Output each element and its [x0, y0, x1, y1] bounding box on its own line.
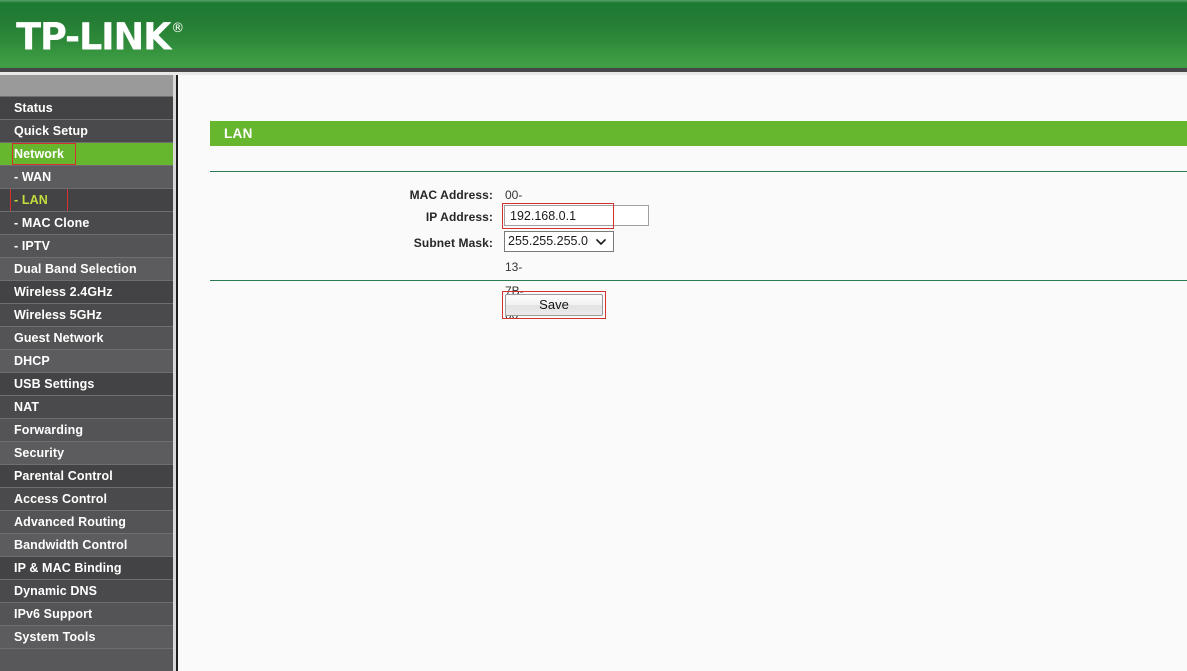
- sidebar-item-status[interactable]: Status: [0, 97, 173, 120]
- main-navigation-sidebar: Status Quick Setup Network - WAN - LAN - MAC …: [0, 75, 173, 671]
- sidebar-item-guest-network[interactable]: Guest Network: [0, 327, 173, 350]
- sidebar-item-dynamic-dns[interactable]: Dynamic DNS: [0, 580, 173, 603]
- header-gloss: [0, 0, 1187, 3]
- ip-address-label: IP Address:: [425, 210, 493, 224]
- sidebar-item-label: Parental Control: [14, 469, 113, 483]
- sidebar-item-label: Dynamic DNS: [14, 584, 98, 598]
- logo-text: TP-LINK: [16, 15, 172, 59]
- sidebar-item-access-control[interactable]: Access Control: [0, 488, 173, 511]
- content-divider-top: [210, 171, 1187, 172]
- save-button-wrapper: Save: [502, 290, 608, 320]
- sidebar-item-dhcp[interactable]: DHCP: [0, 350, 173, 373]
- sidebar-item-ip-mac-binding[interactable]: IP & MAC Binding: [0, 557, 173, 580]
- sidebar-item-security[interactable]: Security: [0, 442, 173, 465]
- sidebar-item-label: - WAN: [14, 170, 52, 184]
- subnet-mask-label: Subnet Mask:: [413, 236, 493, 250]
- sidebar-item-label: Wireless 2.4GHz: [14, 285, 113, 299]
- registered-trademark-icon: ®: [171, 21, 185, 36]
- main-content-area: LAN MAC Address: 00-0A-EB-13-7B-00 IP Ad…: [178, 75, 1187, 671]
- mac-address-label: MAC Address:: [409, 188, 493, 202]
- sidebar-item-nat[interactable]: NAT: [0, 396, 173, 419]
- sidebar-item-label: Wireless 5GHz: [14, 308, 103, 322]
- sidebar-item-dual-band-selection[interactable]: Dual Band Selection: [0, 258, 173, 281]
- sidebar-item-lan[interactable]: - LAN: [0, 189, 173, 212]
- tplink-logo: TP-LINK®: [16, 13, 185, 59]
- sidebar-item-label: NAT: [14, 400, 40, 414]
- page-title: LAN: [224, 126, 253, 141]
- sidebar-item-network[interactable]: Network: [0, 143, 173, 166]
- sidebar-item-label: Forwarding: [14, 423, 84, 437]
- sidebar-item-label: System Tools: [14, 630, 96, 644]
- sidebar-item-label: Quick Setup: [14, 124, 89, 138]
- page-title-bar: LAN: [210, 121, 1187, 146]
- sidebar-top-band: [0, 75, 173, 97]
- sidebar-item-label: Status: [14, 101, 53, 115]
- sidebar-item-forwarding[interactable]: Forwarding: [0, 419, 173, 442]
- sidebar-item-parental-control[interactable]: Parental Control: [0, 465, 173, 488]
- sidebar-item-wan[interactable]: - WAN: [0, 166, 173, 189]
- subnet-mask-select[interactable]: 255.255.255.0255.255.0.0255.0.0.0: [504, 231, 614, 252]
- sidebar-item-label: IP & MAC Binding: [14, 561, 122, 575]
- sidebar-item-label: Guest Network: [14, 331, 104, 345]
- save-button[interactable]: Save: [505, 294, 603, 316]
- sidebar-item-label: - MAC Clone: [14, 216, 90, 230]
- sidebar-item-label: Access Control: [14, 492, 108, 506]
- sidebar-item-wireless-5ghz[interactable]: Wireless 5GHz: [0, 304, 173, 327]
- sidebar-item-label: - LAN: [14, 193, 48, 207]
- sidebar-item-bandwidth-control[interactable]: Bandwidth Control: [0, 534, 173, 557]
- sidebar-item-label: Advanced Routing: [14, 515, 127, 529]
- sidebar-item-label: DHCP: [14, 354, 50, 368]
- content-divider-bottom: [210, 280, 1187, 281]
- sidebar-item-ipv6-support[interactable]: IPv6 Support: [0, 603, 173, 626]
- sidebar-item-wireless-2-4ghz[interactable]: Wireless 2.4GHz: [0, 281, 173, 304]
- sidebar-item-label: IPv6 Support: [14, 607, 93, 621]
- sidebar-item-mac-clone[interactable]: - MAC Clone: [0, 212, 173, 235]
- sidebar-item-label: Network: [14, 147, 65, 161]
- sidebar-item-advanced-routing[interactable]: Advanced Routing: [0, 511, 173, 534]
- sidebar-item-system-tools[interactable]: System Tools: [0, 626, 173, 649]
- ip-address-input[interactable]: [504, 205, 649, 226]
- sidebar-item-usb-settings[interactable]: USB Settings: [0, 373, 173, 396]
- app-header: TP-LINK®: [0, 0, 1187, 68]
- sidebar-menu-list: Status Quick Setup Network - WAN - LAN - MAC …: [0, 97, 173, 649]
- sidebar-item-label: Bandwidth Control: [14, 538, 128, 552]
- sidebar-item-label: - IPTV: [14, 239, 51, 253]
- sidebar-item-label: USB Settings: [14, 377, 95, 391]
- sidebar-item-iptv[interactable]: - IPTV: [0, 235, 173, 258]
- sidebar-item-label: Dual Band Selection: [14, 262, 137, 276]
- sidebar-item-quick-setup[interactable]: Quick Setup: [0, 120, 173, 143]
- sidebar-item-label: Security: [14, 446, 65, 460]
